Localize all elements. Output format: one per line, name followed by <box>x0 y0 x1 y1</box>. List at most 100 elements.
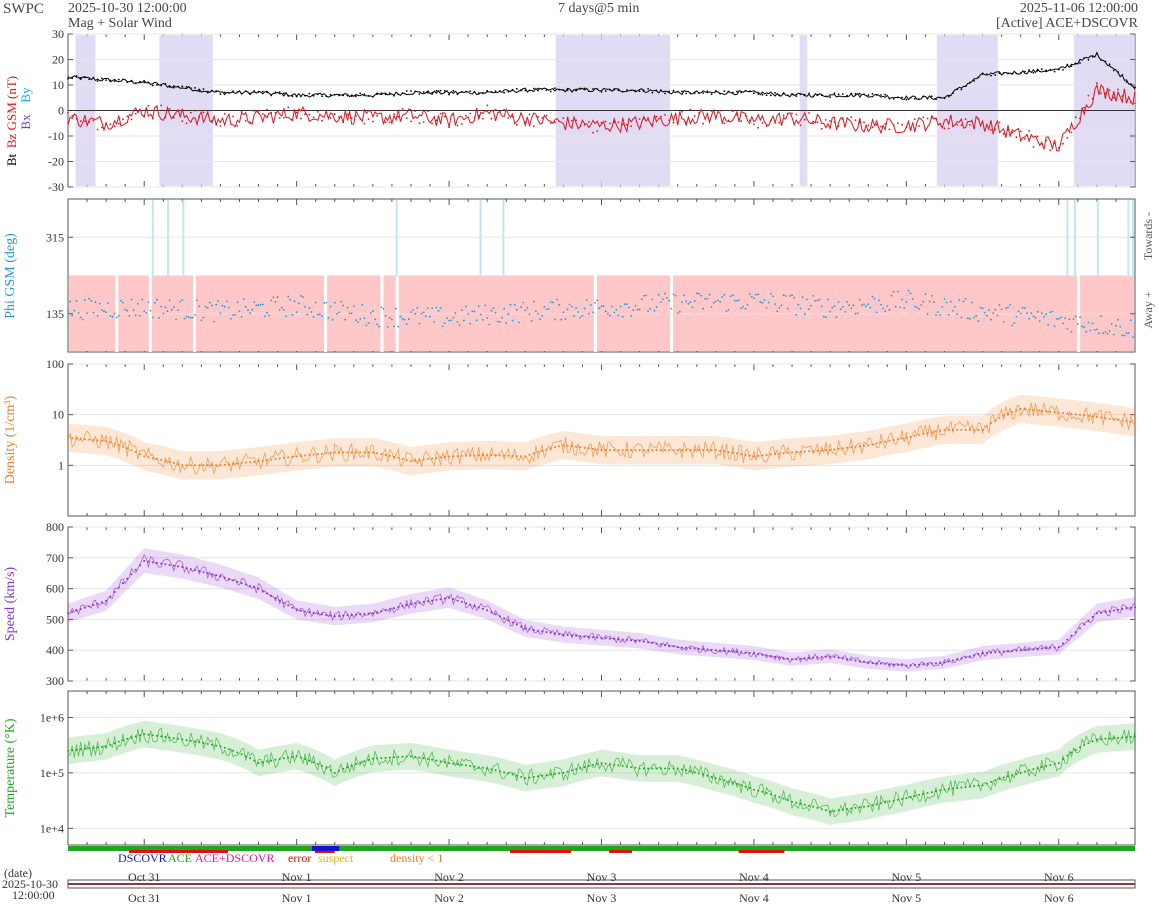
speed-envelope <box>68 548 1135 672</box>
density-point <box>507 454 510 457</box>
temperature-point <box>134 735 137 738</box>
temperature-point <box>960 786 963 789</box>
data-point-bz <box>685 121 688 124</box>
data-point-bz <box>101 126 103 129</box>
data-point-bt <box>668 90 671 93</box>
phi-point <box>1005 307 1007 309</box>
phi-point <box>681 301 683 303</box>
data-point-bt <box>1108 63 1111 66</box>
phi-point <box>806 298 808 301</box>
phi-point <box>384 314 387 317</box>
mag-panel: 3020100-10-20-30BtBz GSM (nT) BxBy <box>4 27 1136 194</box>
density-point <box>354 451 357 454</box>
data-point-bt <box>706 90 709 93</box>
data-point-bt <box>795 95 798 97</box>
phi-point <box>200 319 203 322</box>
phi-point <box>378 325 381 328</box>
phi-point <box>801 296 804 299</box>
density-point <box>316 453 319 456</box>
phi-point <box>94 301 97 304</box>
density-point <box>824 449 827 452</box>
phi-point <box>215 303 218 306</box>
data-point-bz <box>211 119 213 122</box>
data-point-bt <box>808 92 810 95</box>
data-point-bt <box>414 90 417 93</box>
speed-point <box>918 663 921 666</box>
temperature-point <box>414 755 417 758</box>
data-point-bt <box>473 91 476 93</box>
speed-point <box>287 604 290 607</box>
density-point <box>630 449 633 452</box>
data-point-bt <box>79 77 82 79</box>
phi-point <box>499 321 501 323</box>
phi-point <box>236 301 239 304</box>
data-point-bz <box>143 115 146 117</box>
data-point-bt <box>499 90 501 92</box>
data-point-bz <box>871 126 874 129</box>
temperature-point <box>968 785 971 788</box>
density-point <box>943 428 946 431</box>
data-point-bz <box>888 128 891 131</box>
phi-point <box>314 301 317 304</box>
data-point-bt <box>731 91 734 94</box>
data-point-bt <box>1100 59 1102 61</box>
temperature-point <box>918 793 921 796</box>
data-point-bt <box>952 92 954 94</box>
data-point-bz <box>126 115 129 118</box>
data-point-bz <box>854 119 857 122</box>
temperature-point <box>752 788 755 791</box>
temperature-point <box>143 733 146 736</box>
phi-point <box>655 306 658 308</box>
speed-point <box>503 617 506 620</box>
data-point-bt <box>456 93 459 96</box>
temperature-point <box>405 755 408 758</box>
density-point <box>147 456 150 459</box>
density-ytick-label: 10 <box>52 408 64 422</box>
x-tick-label-bottom: Nov 6 <box>1044 891 1074 905</box>
data-point-bt <box>630 89 632 92</box>
temperature-point <box>524 777 527 780</box>
temperature-point <box>664 767 666 770</box>
density-point <box>240 462 243 464</box>
temperature-point <box>1049 764 1052 766</box>
temperature-point <box>388 756 391 759</box>
temperature-point <box>693 771 696 774</box>
temperature-point <box>236 751 239 754</box>
phi-point <box>467 313 469 315</box>
density-point <box>926 432 929 435</box>
data-point-bz <box>194 109 196 112</box>
temperature-point <box>257 762 260 765</box>
temperature-point <box>634 766 637 769</box>
temperature-point <box>244 755 247 758</box>
temperature-point <box>1015 773 1018 775</box>
ylabel-speed: Speed (km/s) <box>3 567 18 642</box>
phi-point <box>194 314 196 316</box>
density-point <box>858 445 861 448</box>
data-point-bt <box>960 88 963 91</box>
phi-point <box>734 299 736 302</box>
speed-point <box>740 651 743 654</box>
density-point <box>892 439 895 441</box>
data-point-bt <box>664 92 666 95</box>
phi-point <box>816 299 819 302</box>
data-point-bz <box>520 113 522 115</box>
data-point-bt <box>219 93 222 95</box>
density-point <box>647 449 650 452</box>
density-point <box>219 464 222 467</box>
temperature-point <box>659 767 662 770</box>
phi-point <box>325 301 328 304</box>
data-point-bz <box>295 111 298 114</box>
data-point-bt <box>723 90 726 92</box>
density-point <box>299 454 302 457</box>
data-point-bt <box>338 94 340 97</box>
data-point-bt <box>816 93 819 96</box>
density-point <box>1049 410 1052 413</box>
density-point <box>1015 409 1018 412</box>
temperature-point <box>1053 763 1056 765</box>
speed-point <box>1028 648 1031 651</box>
phi-ytick-label: 315 <box>46 230 64 244</box>
data-point-bt <box>376 93 378 96</box>
temperature-point <box>757 789 760 792</box>
data-point-bt <box>998 72 1001 75</box>
density-point <box>634 449 637 452</box>
